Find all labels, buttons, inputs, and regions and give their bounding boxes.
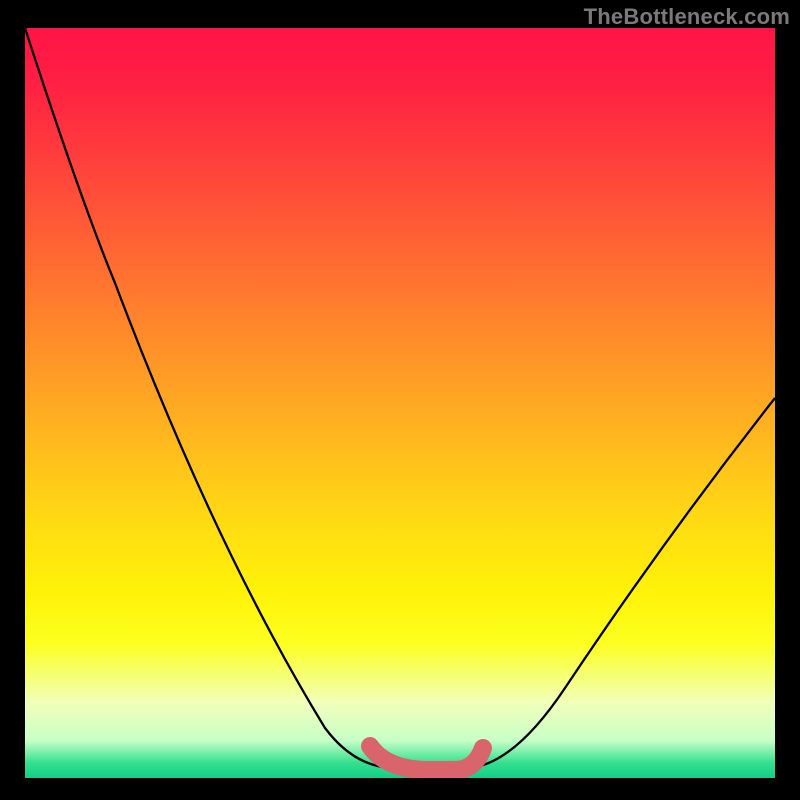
curve-right: [470, 398, 775, 768]
chart-frame: TheBottleneck.com: [0, 0, 800, 800]
curve-left: [25, 28, 395, 768]
valley-highlight: [370, 746, 483, 770]
curve-layer: [25, 28, 775, 778]
watermark-text: TheBottleneck.com: [584, 4, 790, 30]
plot-area: [25, 28, 775, 778]
